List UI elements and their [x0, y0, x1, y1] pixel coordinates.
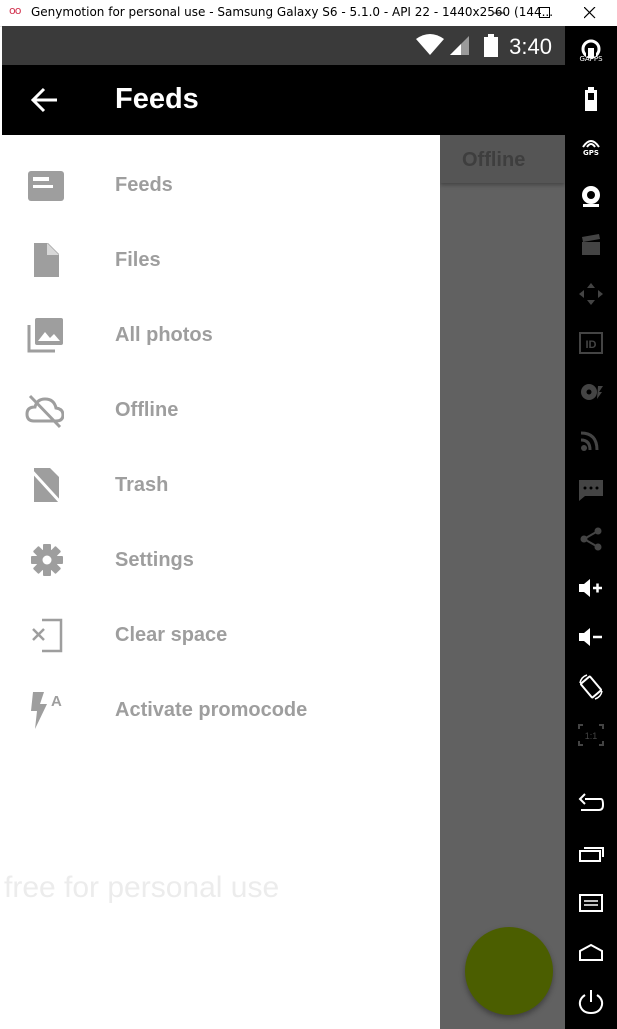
power-icon: [578, 990, 604, 1015]
minimize-button[interactable]: [478, 0, 522, 25]
battery-widget-icon: [585, 87, 597, 111]
disk-button[interactable]: [565, 371, 617, 415]
rss-icon: [580, 431, 599, 451]
trash-icon: [28, 467, 63, 505]
clapperboard-icon: [582, 234, 600, 255]
menu-icon: [579, 894, 603, 912]
rss-button[interactable]: [565, 420, 617, 464]
photos-icon: [27, 318, 63, 353]
drawer-item-files[interactable]: Files: [2, 223, 440, 298]
android-back-button[interactable]: [565, 784, 617, 828]
drawer-item-feeds[interactable]: Feeds: [2, 148, 440, 223]
dpad-icon: [579, 283, 603, 305]
gps-button[interactable]: GPS: [565, 126, 617, 170]
scale-label: 1:1: [585, 731, 598, 741]
battery-button[interactable]: [565, 78, 617, 122]
page-title: Feeds: [115, 83, 199, 115]
drawer-item-label: Activate promocode: [115, 699, 308, 721]
power-button[interactable]: [565, 980, 617, 1024]
sms-button[interactable]: [565, 469, 617, 513]
share-button[interactable]: [565, 518, 617, 562]
maximize-icon: [539, 7, 550, 18]
volume-down-button[interactable]: [565, 616, 617, 660]
recent-apps-icon: [579, 847, 604, 862]
feed-icon: [28, 171, 64, 201]
gapps-button[interactable]: GAPPS: [565, 30, 617, 74]
cloud-off-icon: [25, 394, 64, 429]
id-icon: ID: [579, 332, 603, 354]
drawer-item-clear-space[interactable]: Clear space: [2, 598, 440, 673]
volume-down-icon: [579, 628, 602, 646]
menu-button[interactable]: [565, 882, 617, 926]
rotate-button[interactable]: [565, 665, 617, 709]
id-label: ID: [586, 339, 597, 351]
drawer-item-all-photos[interactable]: All photos: [2, 298, 440, 373]
signal-icon: [450, 36, 469, 55]
gear-icon: [31, 544, 63, 576]
dpad-button[interactable]: [565, 273, 617, 317]
drawer-item-label: Offline: [115, 399, 179, 421]
back-icon: [578, 793, 605, 811]
share-icon: [580, 527, 602, 551]
drawer-item-label: Trash: [115, 474, 169, 496]
drawer-item-label: Feeds: [115, 174, 173, 196]
drawer-item-label: All photos: [115, 324, 213, 346]
window-title: Genymotion for personal use - Samsung Ga…: [31, 5, 554, 19]
drawer-item-label: Settings: [115, 549, 194, 571]
home-button[interactable]: [565, 931, 617, 975]
rotate-icon: [579, 674, 603, 700]
chat-icon: [579, 480, 603, 501]
android-statusbar: 3:40: [2, 26, 565, 65]
background-offline-tab: Offline: [440, 135, 565, 183]
device-id-button[interactable]: ID: [565, 322, 617, 366]
genymotion-logo: oo: [9, 4, 22, 17]
home-icon: [579, 943, 603, 961]
drawer-item-offline[interactable]: Offline: [2, 373, 440, 448]
webcam-icon: [582, 186, 600, 207]
gps-label: GPS: [583, 149, 599, 157]
pixel-perfect-icon: 1:1: [578, 724, 604, 746]
gps-icon: [582, 140, 600, 148]
svg-text:A: A: [51, 693, 62, 710]
disk-icon: [581, 384, 603, 400]
volume-up-icon: [579, 579, 602, 597]
promocode-icon: A: [31, 692, 62, 729]
gapps-label: GAPPS: [579, 55, 603, 63]
drawer-item-label: Files: [115, 249, 161, 271]
webcam-button[interactable]: [565, 175, 617, 219]
file-icon: [34, 243, 59, 277]
status-time: 3:40: [509, 34, 552, 59]
battery-icon: [484, 34, 498, 57]
floating-action-button[interactable]: [465, 927, 553, 1015]
recent-apps-button[interactable]: [565, 833, 617, 877]
close-button[interactable]: [568, 0, 612, 25]
maximize-button[interactable]: [523, 0, 567, 25]
drawer-item-settings[interactable]: Settings: [2, 523, 440, 598]
drawer-item-trash[interactable]: Trash: [2, 448, 440, 523]
clear-space-icon: [32, 618, 63, 653]
emulator-toolbar: GAPPS GPS ID 1:1: [565, 26, 617, 1029]
close-icon: [584, 7, 596, 19]
volume-up-button[interactable]: [565, 567, 617, 611]
app-bar: Feeds: [2, 65, 565, 135]
scale-button[interactable]: 1:1: [565, 714, 617, 758]
minimize-icon: [494, 12, 505, 14]
drawer-item-activate-promocode[interactable]: A Activate promocode: [2, 673, 440, 748]
capture-button[interactable]: [565, 224, 617, 268]
background-tab-label: Offline: [462, 149, 526, 171]
window-titlebar: oo Genymotion for personal use - Samsung…: [0, 0, 617, 27]
phone-screen: 3:40 Offline Feeds Feeds Files All photo…: [2, 26, 565, 1029]
wifi-icon: [416, 34, 444, 55]
back-arrow-icon[interactable]: [30, 87, 60, 113]
drawer-item-label: Clear space: [115, 624, 228, 646]
watermark: free for personal use: [4, 871, 280, 904]
